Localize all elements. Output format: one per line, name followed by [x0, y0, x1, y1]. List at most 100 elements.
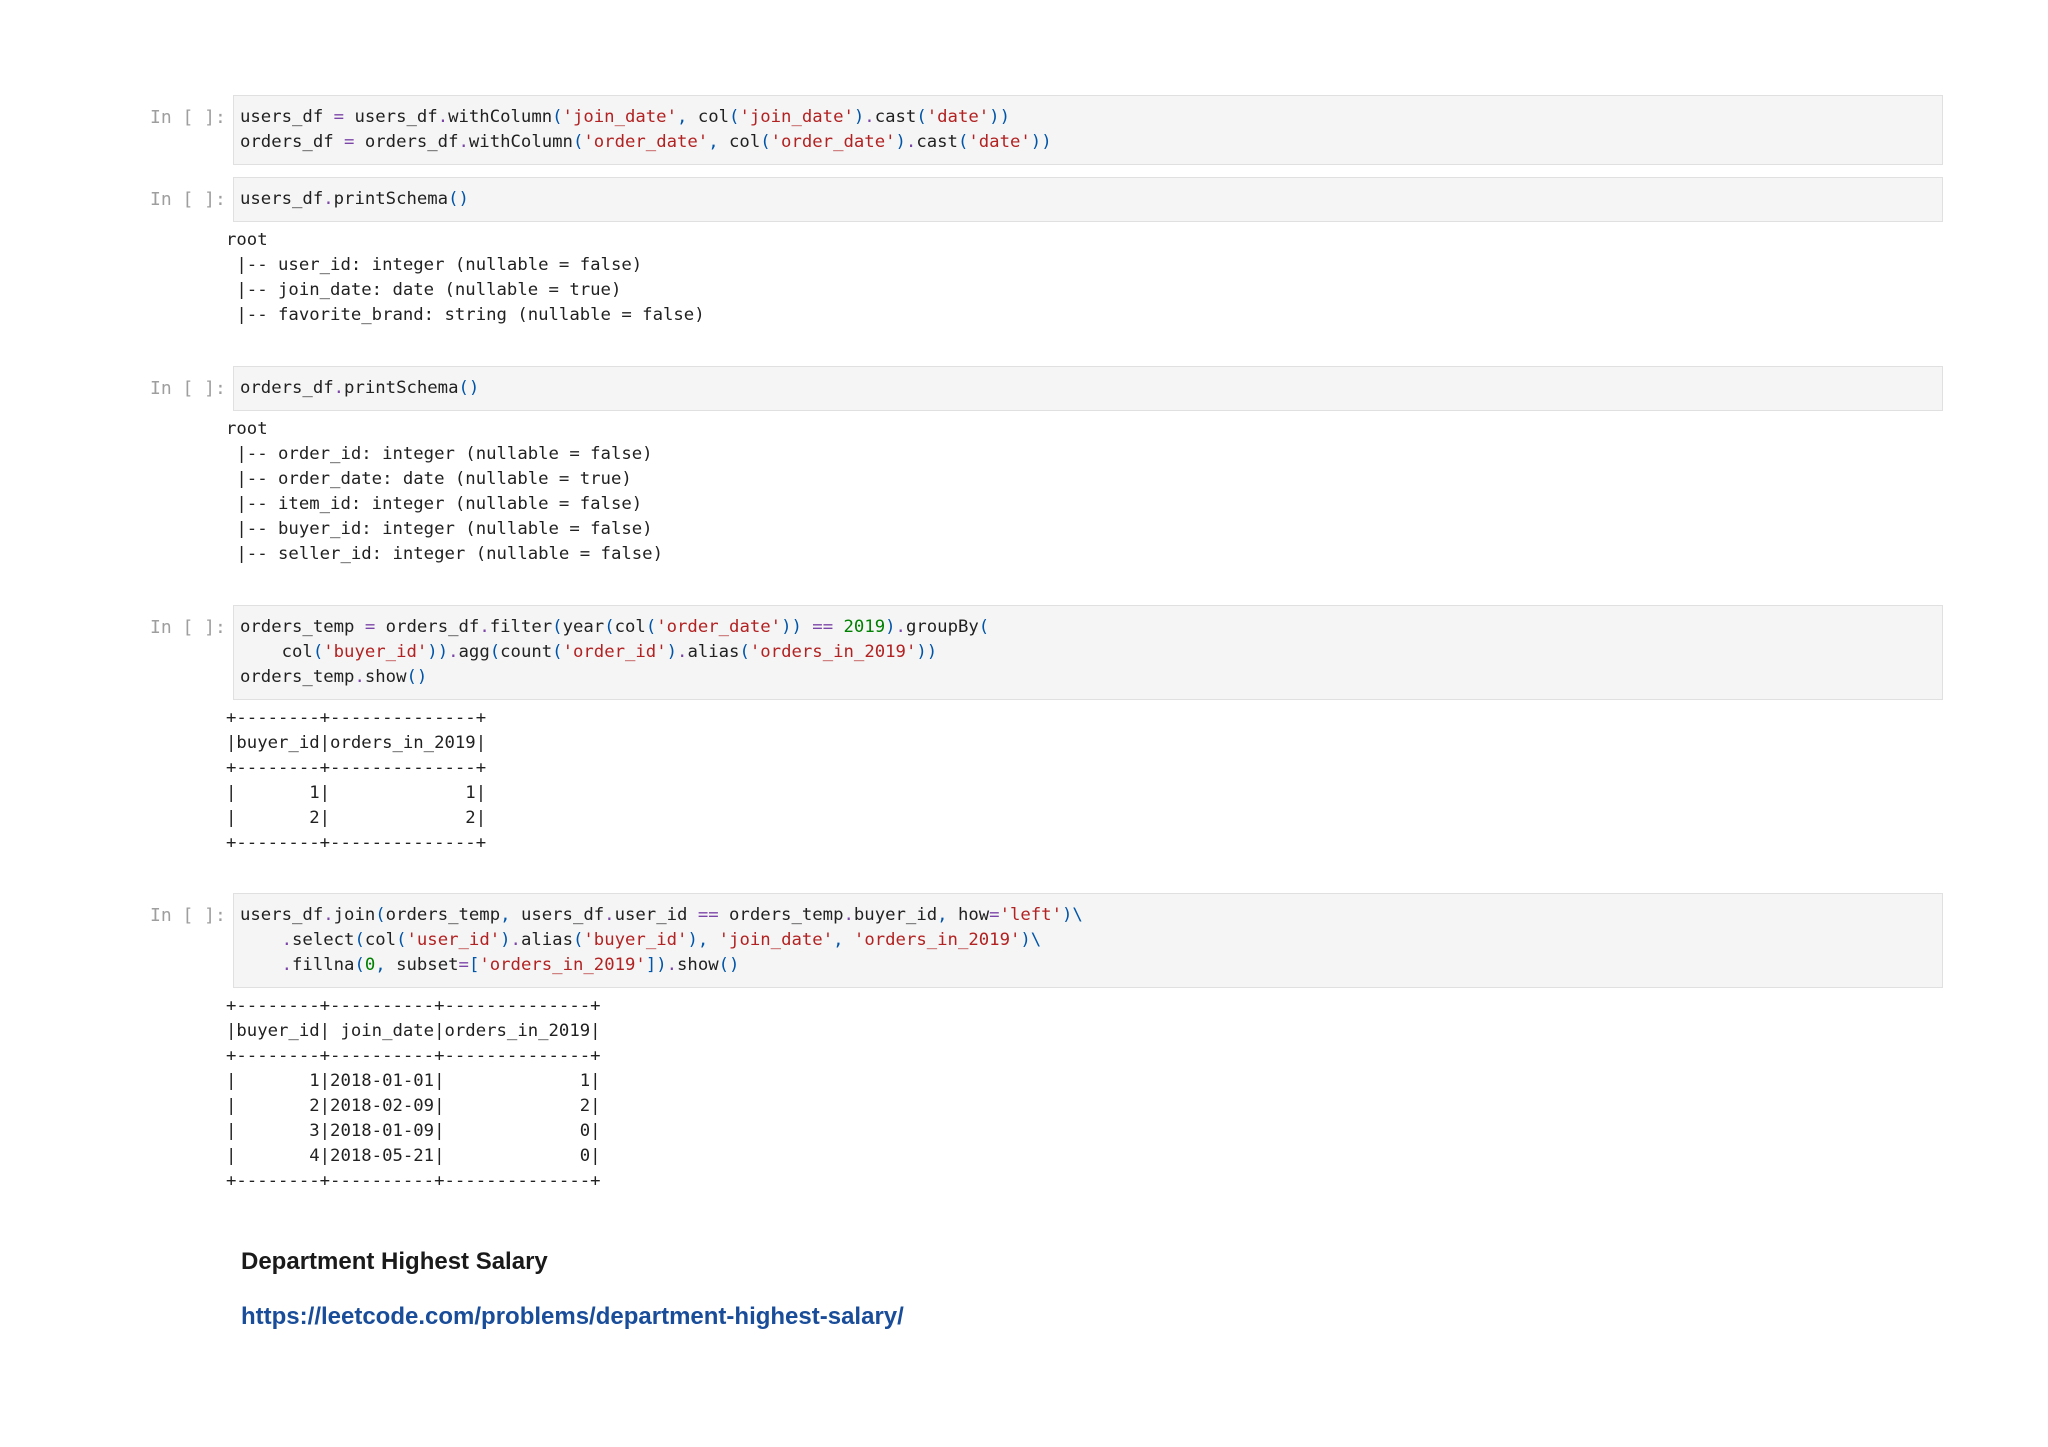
output-line: root: [226, 230, 268, 250]
code-token: .: [479, 617, 490, 637]
output-line: |-- seller_id: integer (nullable = false…: [226, 544, 663, 564]
code-token: [: [468, 955, 480, 975]
code-token: (: [489, 642, 501, 662]
code-token: 'order_date': [656, 617, 782, 637]
code-token: alias: [520, 930, 573, 950]
code-token: .: [677, 642, 688, 662]
code-token: .: [448, 642, 459, 662]
code-token: .: [323, 189, 334, 209]
cell-output: +--------+--------------+ |buyer_id|order…: [226, 706, 486, 856]
code-token: 'date': [968, 132, 1031, 152]
code-token: (: [572, 930, 584, 950]
code-token: =: [364, 617, 376, 637]
code-line: .fillna(0, subset=['orders_in_2019']).sh…: [240, 953, 1936, 978]
output-line: |buyer_id| join_date|orders_in_2019|: [226, 1021, 601, 1041]
code-token: ==: [697, 905, 719, 925]
code-token: withColumn: [468, 132, 573, 152]
code-token: =: [989, 905, 1000, 925]
code-line: orders_temp = orders_df.filter(year(col(…: [240, 615, 1936, 640]
output-line: +--------+--------------+: [226, 758, 487, 778]
code-token: subset: [396, 955, 459, 975]
code-token: (: [916, 107, 927, 127]
code-token: ,: [708, 132, 730, 152]
code-token: orders_df: [240, 132, 345, 152]
output-line: | 2| 2|: [226, 808, 487, 828]
code-token: (): [718, 955, 740, 975]
output-line: |-- buyer_id: integer (nullable = false): [226, 519, 653, 539]
code-token: withColumn: [448, 107, 553, 127]
code-token: 'buyer_id': [583, 930, 688, 950]
cell-output: root |-- order_id: integer (nullable = f…: [226, 417, 663, 567]
cell-prompt: In [ ]:: [150, 107, 226, 128]
code-token: .: [323, 905, 334, 925]
code-token: .: [281, 955, 293, 975]
code-token: ): [895, 132, 906, 152]
output-line: +--------+----------+--------------+: [226, 1171, 601, 1191]
code-token: 'join_date': [562, 107, 677, 127]
code-token: orders_temp: [240, 617, 365, 637]
code-token: col: [614, 617, 646, 637]
code-token: .: [666, 955, 678, 975]
code-token: )\: [1020, 930, 1042, 950]
output-line: |buyer_id|orders_in_2019|: [226, 733, 487, 753]
code-token: orders_temp: [718, 905, 844, 925]
code-token: ),: [687, 930, 719, 950]
code-token: (: [957, 132, 969, 152]
code-token: =: [333, 107, 345, 127]
code-token: alias: [687, 642, 740, 662]
code-token: .: [843, 905, 854, 925]
cell-prompt: In [ ]:: [150, 378, 226, 399]
code-token: ,: [677, 107, 698, 127]
code-token: ,: [937, 905, 958, 925]
code-input[interactable]: users_df = users_df.withColumn('join_dat…: [233, 95, 1943, 165]
code-token: users_df: [520, 905, 605, 925]
code-token: .: [510, 930, 521, 950]
code-token: users_df: [240, 107, 334, 127]
code-line: users_df.join(orders_temp, users_df.user…: [240, 903, 1936, 928]
output-line: | 1| 1|: [226, 783, 487, 803]
code-token: 'user_id': [406, 930, 501, 950]
code-token: printSchema: [333, 189, 449, 209]
output-line: |-- order_date: date (nullable = true): [226, 469, 632, 489]
code-token: orders_temp: [240, 667, 355, 687]
code-token: count: [500, 642, 553, 662]
output-line: +--------+--------------+: [226, 708, 487, 728]
code-token: 'join_date': [739, 107, 854, 127]
code-input[interactable]: users_df.printSchema(): [233, 177, 1943, 222]
code-token: (): [406, 667, 428, 687]
code-token: ,: [500, 905, 521, 925]
code-token: orders_df: [240, 378, 334, 398]
markdown-heading: Department Highest Salary: [241, 1248, 548, 1275]
output-line: | 3|2018-01-09| 0|: [226, 1121, 601, 1141]
code-input[interactable]: orders_df.printSchema(): [233, 366, 1943, 411]
code-input[interactable]: orders_temp = orders_df.filter(year(col(…: [233, 605, 1943, 700]
output-line: +--------+--------------+: [226, 833, 487, 853]
code-token: (: [354, 955, 365, 975]
code-token: .: [458, 132, 469, 152]
cell-prompt: In [ ]:: [150, 189, 226, 210]
code-input[interactable]: users_df.join(orders_temp, users_df.user…: [233, 893, 1943, 988]
cell-prompt: In [ ]:: [150, 617, 226, 638]
code-token: )): [781, 617, 802, 637]
code-token: )\: [1062, 905, 1083, 925]
code-token: .: [895, 617, 906, 637]
code-token: 'left': [999, 905, 1062, 925]
output-line: | 4|2018-05-21| 0|: [226, 1146, 601, 1166]
code-token: 'order_date': [770, 132, 896, 152]
output-line: root: [226, 419, 268, 439]
code-token: 'order_id': [562, 642, 667, 662]
code-token: 'orders_in_2019': [853, 930, 1021, 950]
problem-link[interactable]: https://leetcode.com/problems/department…: [241, 1303, 904, 1331]
code-token: 'orders_in_2019': [479, 955, 646, 975]
code-token: 'date': [926, 107, 990, 127]
code-token: groupBy: [905, 617, 979, 637]
code-token: buyer_id: [853, 905, 938, 925]
code-token: .: [864, 107, 875, 127]
code-token: ,: [833, 930, 854, 950]
cell-prompt: In [ ]:: [150, 905, 226, 926]
code-token: )): [989, 107, 1010, 127]
code-token: ): [885, 617, 896, 637]
